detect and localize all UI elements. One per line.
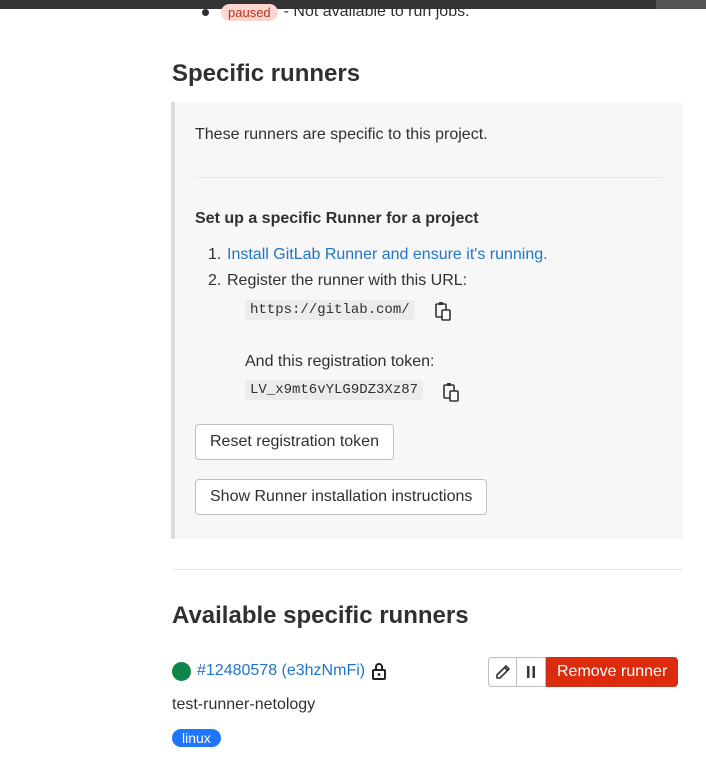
runner-id-link[interactable]: #12480578 (e3hzNmFi)	[197, 662, 365, 680]
runner-actions: Remove runner	[488, 657, 679, 687]
bullet	[202, 8, 209, 16]
copy-to-clipboard-icon[interactable]	[443, 382, 459, 402]
specific-runners-intro: These runners are specific to this proje…	[195, 126, 488, 143]
specific-runners-panel: These runners are specific to this proje…	[171, 102, 683, 539]
paused-legend-text: - Not available to run jobs.	[283, 3, 470, 20]
section-divider	[172, 569, 683, 570]
registration-url: https://gitlab.com/	[245, 300, 415, 320]
register-text: Register the runner with this URL:	[227, 272, 468, 289]
step-register: 2. Register the runner with this URL:	[208, 272, 468, 290]
panel-divider	[195, 177, 663, 178]
runner-status-icon	[172, 661, 191, 681]
runner-header: #12480578 (e3hzNmFi)	[172, 660, 387, 682]
lock-icon	[372, 663, 387, 680]
available-runners-title: Available specific runners	[172, 602, 469, 629]
copy-to-clipboard-icon[interactable]	[435, 301, 451, 321]
pencil-icon	[495, 665, 510, 679]
token-label: And this registration token:	[245, 353, 435, 370]
show-runner-instructions-button[interactable]: Show Runner installation instructions	[195, 479, 488, 515]
runner-description: test-runner-netology	[172, 696, 316, 713]
remove-runner-button[interactable]: Remove runner	[546, 657, 679, 687]
install-runner-link[interactable]: Install GitLab Runner and ensure it's ru…	[227, 246, 548, 263]
reset-registration-token-button[interactable]: Reset registration token	[195, 424, 394, 460]
step-number: 1.	[208, 246, 222, 263]
specific-runners-title: Specific runners	[172, 60, 361, 87]
edit-runner-button[interactable]	[488, 657, 517, 687]
setup-heading: Set up a specific Runner for a project	[195, 210, 479, 227]
paused-badge: paused	[221, 3, 278, 21]
step-number: 2.	[208, 272, 222, 289]
pause-icon	[527, 666, 535, 678]
registration-token: LV_x9mt6vYLG9DZ3Xz87	[245, 380, 424, 400]
step-install: 1. Install GitLab Runner and ensure it's…	[208, 246, 548, 264]
paused-legend-item: paused - Not available to run jobs.	[202, 1, 470, 23]
runner-tag: linux	[172, 729, 221, 747]
pause-runner-button[interactable]	[517, 657, 546, 687]
